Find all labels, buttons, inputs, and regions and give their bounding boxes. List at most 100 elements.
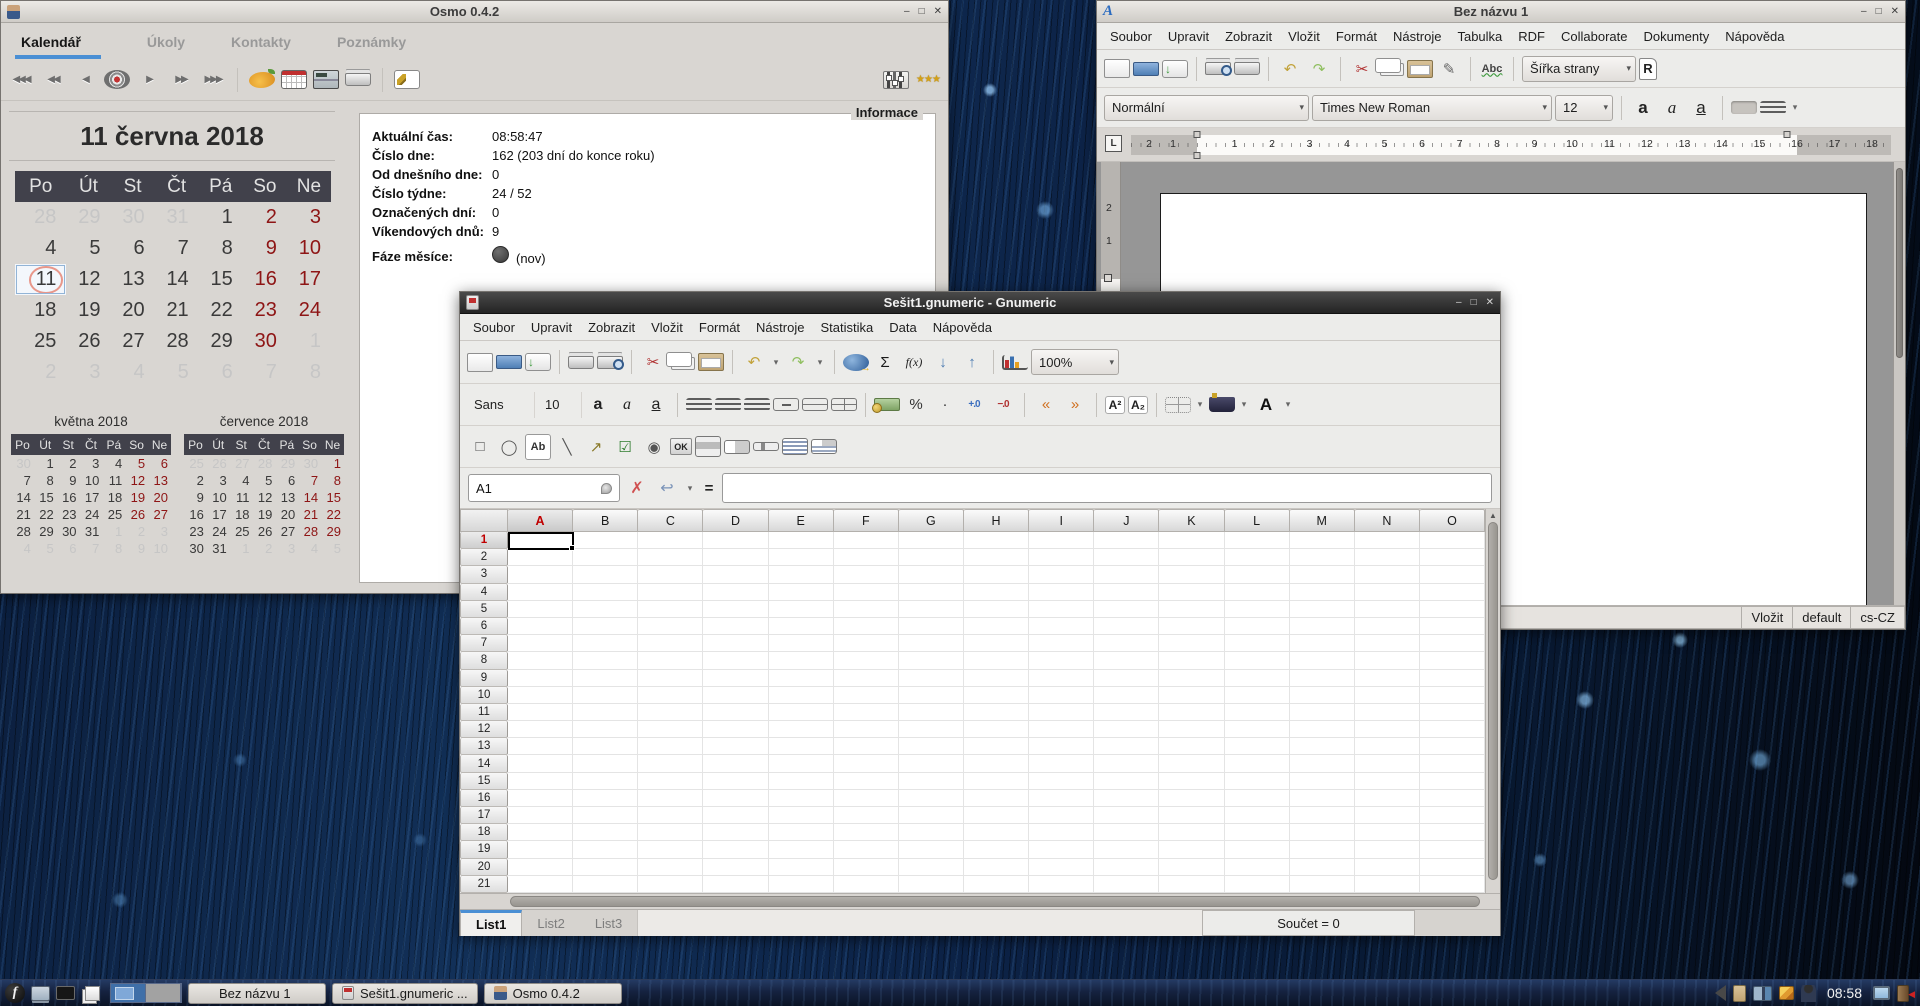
cell-m21[interactable] — [1290, 876, 1355, 893]
cell-d20[interactable] — [703, 859, 768, 876]
cell-e19[interactable] — [769, 841, 834, 858]
cell-a17[interactable] — [508, 807, 573, 824]
cell-e5[interactable] — [769, 601, 834, 618]
cell-d16[interactable] — [703, 790, 768, 807]
cell-o5[interactable] — [1420, 601, 1485, 618]
day-cell[interactable]: 21 — [11, 506, 34, 523]
cell-f19[interactable] — [834, 841, 899, 858]
center-across-icon[interactable] — [773, 398, 799, 411]
day-cell[interactable]: 30 — [184, 540, 207, 557]
menu-item-upravit[interactable]: Upravit — [523, 320, 580, 335]
insert-scrollbar-icon[interactable] — [695, 436, 721, 457]
row-header-21[interactable]: 21 — [460, 876, 508, 893]
print-preview-icon[interactable] — [1205, 62, 1231, 75]
day-cell[interactable]: 11 — [102, 472, 125, 489]
cell-o12[interactable] — [1420, 721, 1485, 738]
cell-o16[interactable] — [1420, 790, 1485, 807]
day-cell[interactable]: 23 — [184, 523, 207, 540]
cell-k19[interactable] — [1159, 841, 1224, 858]
cell-e1[interactable] — [769, 532, 834, 549]
cell-d10[interactable] — [703, 687, 768, 704]
cell-h7[interactable] — [964, 635, 1029, 652]
undo-dropdown-icon[interactable]: ▾ — [770, 349, 782, 375]
cell-f16[interactable] — [834, 790, 899, 807]
day-cell[interactable]: 5 — [125, 455, 148, 472]
day-cell[interactable]: 27 — [275, 523, 298, 540]
minimize-button[interactable]: – — [1861, 6, 1867, 17]
clipboard-icon[interactable] — [1733, 985, 1746, 1002]
scrollbar-thumb[interactable] — [510, 896, 1480, 907]
open-icon[interactable] — [1133, 62, 1159, 76]
about-icon[interactable]: ★★★ — [915, 67, 941, 93]
cell-n7[interactable] — [1355, 635, 1420, 652]
cell-f13[interactable] — [834, 738, 899, 755]
tab-koly[interactable]: Úkoly — [147, 34, 185, 59]
cell-d12[interactable] — [703, 721, 768, 738]
paste-icon[interactable] — [698, 353, 724, 371]
cell-b12[interactable] — [573, 721, 638, 738]
cell-h3[interactable] — [964, 566, 1029, 583]
cell-n3[interactable] — [1355, 566, 1420, 583]
cell-f18[interactable] — [834, 824, 899, 841]
cell-l4[interactable] — [1225, 584, 1290, 601]
day-cell[interactable]: 30 — [111, 202, 155, 233]
day-cell[interactable]: 5 — [66, 233, 110, 264]
cell-h14[interactable] — [964, 755, 1029, 772]
cell-g10[interactable] — [899, 687, 964, 704]
cell-j1[interactable] — [1094, 532, 1159, 549]
day-cell[interactable]: 2 — [253, 540, 276, 557]
cell-b1[interactable] — [573, 532, 638, 549]
cell-n2[interactable] — [1355, 549, 1420, 566]
background-color-icon[interactable] — [1209, 397, 1235, 412]
merge-cells-icon[interactable] — [802, 398, 828, 411]
cell-l13[interactable] — [1225, 738, 1290, 755]
day-cell[interactable]: 28 — [298, 523, 321, 540]
decrease-precision-icon[interactable]: −.0 — [990, 392, 1016, 418]
cell-d9[interactable] — [703, 670, 768, 687]
cell-a16[interactable] — [508, 790, 573, 807]
cell-d7[interactable] — [703, 635, 768, 652]
menu-item-soubor[interactable]: Soubor — [465, 320, 523, 335]
tab-kontakty[interactable]: Kontakty — [231, 34, 291, 59]
cell-k15[interactable] — [1159, 773, 1224, 790]
day-cell[interactable]: 10 — [287, 233, 331, 264]
day-cell[interactable]: 4 — [15, 233, 66, 264]
day-cell[interactable]: 28 — [155, 326, 199, 357]
day-cell[interactable]: 31 — [155, 202, 199, 233]
cell-m16[interactable] — [1290, 790, 1355, 807]
day-cell[interactable]: 30 — [57, 523, 80, 540]
cell-l1[interactable] — [1225, 532, 1290, 549]
cell-c18[interactable] — [638, 824, 703, 841]
cell-h11[interactable] — [964, 704, 1029, 721]
cell-f3[interactable] — [834, 566, 899, 583]
cell-d15[interactable] — [703, 773, 768, 790]
cell-h16[interactable] — [964, 790, 1029, 807]
day-cell[interactable]: 8 — [287, 357, 331, 388]
day-cell[interactable]: 12 — [253, 489, 276, 506]
day-cell[interactable]: 4 — [11, 540, 34, 557]
first-line-indent-marker[interactable] — [1194, 131, 1201, 138]
day-cell[interactable]: 16 — [57, 489, 80, 506]
cell-j14[interactable] — [1094, 755, 1159, 772]
new-file-icon[interactable] — [467, 353, 493, 372]
cell-b18[interactable] — [573, 824, 638, 841]
cell-a15[interactable] — [508, 773, 573, 790]
cell-c7[interactable] — [638, 635, 703, 652]
cell-n14[interactable] — [1355, 755, 1420, 772]
cell-c21[interactable] — [638, 876, 703, 893]
cell-l17[interactable] — [1225, 807, 1290, 824]
cell-c13[interactable] — [638, 738, 703, 755]
cell-e6[interactable] — [769, 618, 834, 635]
cell-g15[interactable] — [899, 773, 964, 790]
insert-checkbox-icon[interactable]: ☑ — [612, 434, 638, 460]
day-cell[interactable]: 5 — [34, 540, 57, 557]
cell-o3[interactable] — [1420, 566, 1485, 583]
day-cell[interactable]: 31 — [207, 540, 230, 557]
cell-h21[interactable] — [964, 876, 1029, 893]
print-icon[interactable] — [1234, 62, 1260, 75]
cell-g13[interactable] — [899, 738, 964, 755]
cell-f7[interactable] — [834, 635, 899, 652]
cell-j20[interactable] — [1094, 859, 1159, 876]
cell-b10[interactable] — [573, 687, 638, 704]
cell-f10[interactable] — [834, 687, 899, 704]
